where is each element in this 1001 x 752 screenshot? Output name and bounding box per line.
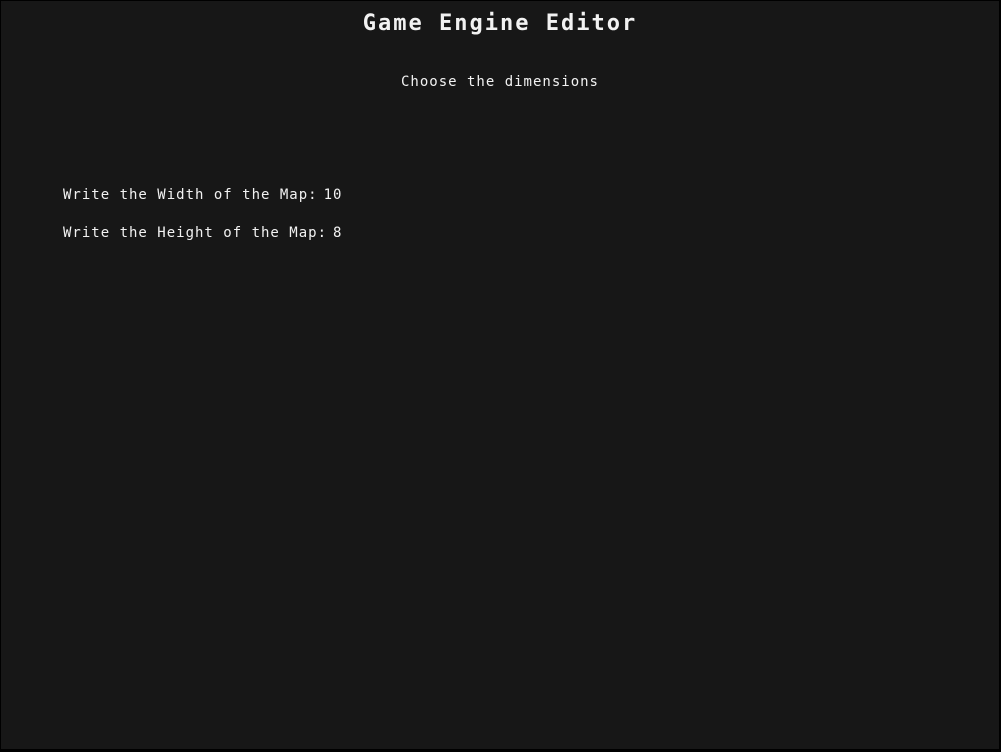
page-subtitle: Choose the dimensions — [400, 74, 599, 90]
map-width-label: Write the Width of the Map: — [63, 187, 318, 203]
map-width-row: Write the Width of the Map: 10 — [63, 187, 364, 203]
map-height-label: Write the Height of the Map: — [63, 225, 328, 241]
map-height-input[interactable]: 8 — [333, 225, 373, 241]
editor-window: Game Engine Editor Choose the dimensions… — [1, 1, 999, 749]
app-title: Game Engine Editor — [362, 11, 638, 36]
map-height-row: Write the Height of the Map: 8 — [63, 225, 373, 241]
map-width-input[interactable]: 10 — [324, 187, 364, 203]
